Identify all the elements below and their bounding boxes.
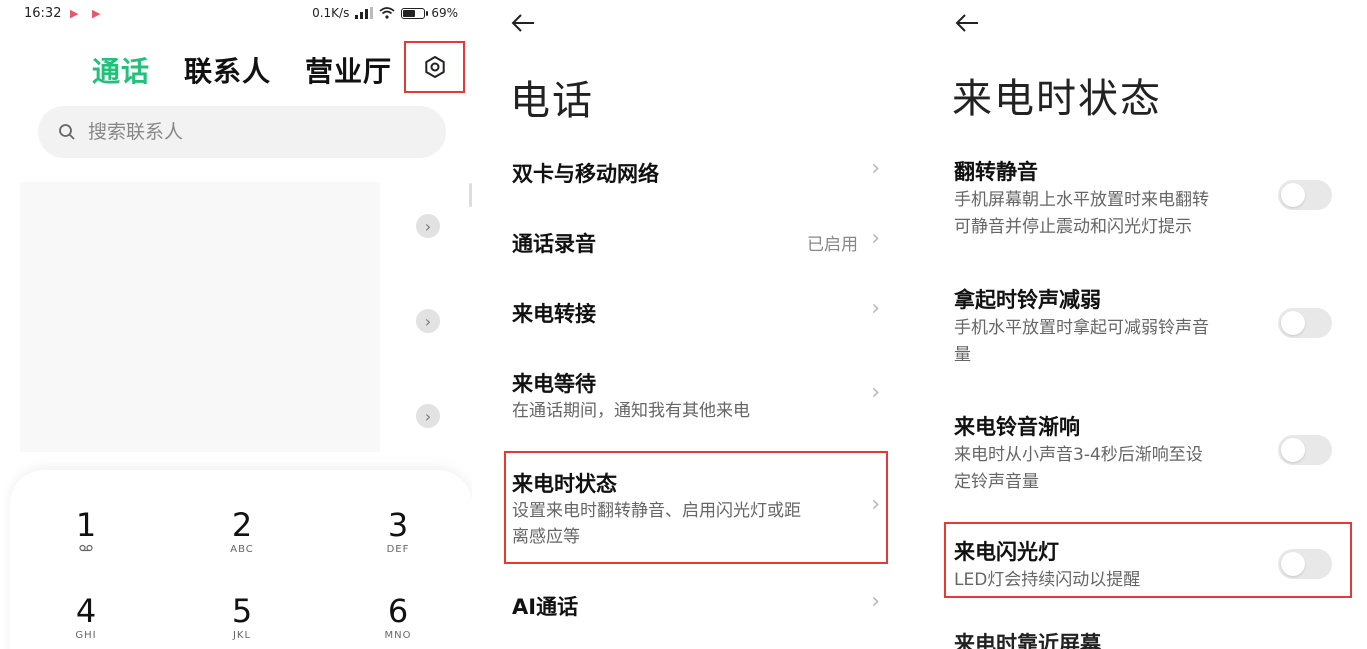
setting-dual-sim[interactable]: 双卡与移动网络 › [490,150,902,195]
incoming-call-state-screen: 来电时状态 翻转静音 手机屏幕朝上水平放置时来电翻转 可静音并停止震动和闪光灯提… [912,0,1367,649]
dial-key-6[interactable]: 6 MNO [358,594,438,641]
setting-title: 来电等待 [512,372,596,396]
setting-subtitle-line2: 量 [954,345,971,365]
scrollbar[interactable] [469,183,472,207]
wifi-icon [379,7,395,19]
setting-title: AI通话 [512,595,579,619]
dial-key-number: 6 [387,592,409,630]
toggle-knob [1281,183,1305,207]
setting-ai-call[interactable]: AI通话 › [490,585,902,630]
setting-title-partial: 来电时靠近屏幕 [954,632,1101,649]
dial-key-number: 1 [75,506,97,544]
search-input[interactable] [86,120,410,144]
dial-key-number: 4 [75,592,97,630]
dial-key-letters: GHI [75,630,97,641]
chevron-right-icon: › [871,226,880,251]
highlight-box [944,522,1352,598]
setting-title: 通话录音 [512,232,596,256]
tab-contacts[interactable]: 联系人 [184,50,271,90]
chevron-right-icon: › [871,380,880,405]
dialpad: 1 2 ABC 3 DEF 4 GHI 5 JKL 6 MNO [10,470,472,649]
status-bar: 16:32 ▶ ▶ 0.1K/s 69% [24,6,458,26]
search-bar[interactable] [38,106,446,158]
battery-icon [401,7,429,19]
play-notification-icon-2: ▶ [92,7,101,20]
settings-icon [424,56,445,78]
tab-calls[interactable]: 通话 [92,50,150,90]
dial-key-number: 3 [387,506,409,544]
dial-key-4[interactable]: 4 GHI [46,594,126,641]
highlight-box [504,451,888,564]
dial-key-letters: ABC [230,544,254,555]
tab-service-hall[interactable]: 营业厅 [305,50,392,90]
chevron-right-icon: › [871,296,880,321]
chevron-right-icon: › [871,156,880,181]
network-speed: 0.1K/s [312,6,350,20]
setting-subtitle-line1: 手机水平放置时拿起可减弱铃声音 [954,318,1209,338]
setting-subtitle-line2: 可静音并停止震动和闪光灯提示 [954,217,1192,237]
setting-subtitle-line1: 手机屏幕朝上水平放置时来电翻转 [954,190,1209,210]
setting-subtitle: 在通话期间，通知我有其他来电 [512,401,750,421]
signal-icon [355,7,374,19]
setting-title: 翻转静音 [954,160,1038,184]
setting-call-waiting[interactable]: 来电等待 在通话期间，通知我有其他来电 › [490,360,902,430]
setting-subtitle-line2: 定铃声音量 [954,472,1039,492]
status-right: 0.1K/s 69% [312,6,458,20]
setting-ascending-ringtone: 来电铃音渐响 来电时从小声音3-4秒后渐响至设 定铃声音量 [912,405,1367,505]
setting-flip-to-mute: 翻转静音 手机屏幕朝上水平放置时来电翻转 可静音并停止震动和闪光灯提示 [912,150,1367,250]
setting-status: 已启用 [807,235,858,255]
quiet-on-pickup-toggle[interactable] [1278,308,1332,338]
ascending-ringtone-toggle[interactable] [1278,435,1332,465]
setting-quiet-on-pickup: 拿起时铃声减弱 手机水平放置时拿起可减弱铃声音 量 [912,278,1367,378]
top-tabs: 通话 联系人 营业厅 [92,50,426,90]
phone-settings-screen: 电话 双卡与移动网络 › 通话录音 已启用 › 来电转接 › 来电等待 在通话期… [490,0,902,649]
dial-key-2[interactable]: 2 ABC [202,508,282,555]
recent-calls-list [20,182,380,452]
play-notification-icon: ▶ [70,7,79,20]
call-detail-arrow-icon[interactable]: › [416,309,440,333]
toggle-knob [1281,311,1305,335]
setting-title: 双卡与移动网络 [512,162,659,186]
setting-subtitle-line1: 来电时从小声音3-4秒后渐响至设 [954,445,1203,465]
back-arrow-icon[interactable] [510,10,550,46]
setting-title: 来电转接 [512,302,596,326]
page-title: 电话 [510,78,594,124]
chevron-right-icon: › [871,589,880,614]
setting-call-forwarding[interactable]: 来电转接 › [490,290,902,335]
dial-key-3[interactable]: 3 DEF [358,508,438,555]
dial-key-letters: DEF [386,544,410,555]
battery-percent: 69% [431,6,458,20]
search-icon [58,123,76,141]
status-time: 16:32 [24,6,62,21]
dialer-screen: 16:32 ▶ ▶ 0.1K/s 69% 通话 联系人 营业厅 搜索联系人 › … [0,0,472,649]
dial-key-number: 5 [231,592,253,630]
back-arrow-icon[interactable] [954,10,994,46]
settings-button[interactable] [404,41,465,93]
dial-key-letters: JKL [232,630,252,641]
call-detail-arrow-icon[interactable]: › [416,214,440,238]
flip-to-mute-toggle[interactable] [1278,180,1332,210]
setting-call-recording[interactable]: 通话录音 已启用 › [490,220,902,265]
setting-title: 拿起时铃声减弱 [954,288,1101,312]
setting-title: 来电铃音渐响 [954,415,1080,439]
voicemail-icon [46,544,126,555]
toggle-knob [1281,438,1305,462]
dial-key-letters: MNO [384,630,412,641]
dial-key-number: 2 [231,506,253,544]
dial-key-5[interactable]: 5 JKL [202,594,282,641]
dial-key-1[interactable]: 1 [46,508,126,555]
page-title: 来电时状态 [952,76,1162,122]
call-detail-arrow-icon[interactable]: › [416,404,440,428]
